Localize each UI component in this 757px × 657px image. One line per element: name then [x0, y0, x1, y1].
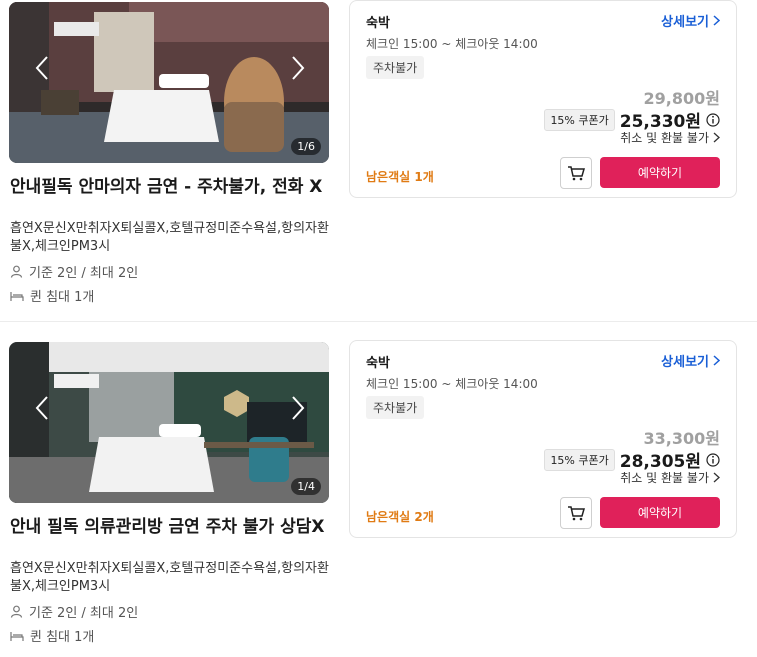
check-times: 체크인 15:00 ~ 체크아웃 14:00 [366, 37, 538, 51]
capacity-text: 기준 2인 / 최대 2인 [29, 606, 139, 621]
stay-label: 숙박 [366, 356, 390, 371]
chevron-right-icon [713, 355, 720, 366]
cart-icon [568, 506, 585, 521]
original-price: 29,800원 [643, 89, 720, 108]
refund-text: 취소 및 환불 불가 [620, 471, 709, 485]
bed-icon [10, 291, 24, 301]
parking-badge: 주차불가 [366, 396, 425, 419]
chevron-right-icon [292, 56, 305, 80]
room-photo[interactable]: 1/4 [9, 342, 329, 503]
refund-policy[interactable]: 취소 및 환불 불가 [620, 469, 720, 486]
room-divider [0, 321, 757, 322]
bed-text: 퀸 침대 1개 [30, 630, 95, 645]
room-capacity: 기준 2인 / 최대 2인 [10, 262, 138, 281]
chevron-right-icon [713, 15, 720, 26]
chevron-right-icon [713, 132, 720, 143]
capacity-text: 기준 2인 / 최대 2인 [29, 266, 139, 281]
photo-counter: 1/6 [291, 138, 321, 155]
room-title[interactable]: 안내필독 안마의자 금연 - 주차불가, 전화 X [10, 176, 330, 198]
detail-link[interactable]: 상세보기 [661, 351, 720, 370]
chevron-right-icon [713, 472, 720, 483]
parking-badge: 주차불가 [366, 56, 425, 79]
check-times: 체크인 15:00 ~ 체크아웃 14:00 [366, 377, 538, 391]
stay-label: 숙박 [366, 16, 390, 31]
original-price: 33,300원 [643, 429, 720, 448]
refund-text: 취소 및 환불 불가 [620, 131, 709, 145]
remaining-rooms: 남은객실 2개 [366, 510, 434, 524]
person-icon [10, 605, 23, 618]
room-description: 흡연X문신X만취자X퇴실콜X,호텔규정미준수욕설,항의자환불X,체크인PM3시 [10, 221, 329, 254]
prev-photo-button[interactable] [31, 50, 53, 86]
remaining-rooms: 남은객실 1개 [366, 170, 434, 184]
room-title[interactable]: 안내 필독 의류관리방 금연 주차 불가 상담X [10, 516, 330, 538]
bed-icon [10, 631, 24, 641]
person-icon [10, 265, 23, 278]
detail-link-text: 상세보기 [661, 355, 709, 370]
room-capacity: 기준 2인 / 최대 2인 [10, 602, 138, 621]
reserve-button[interactable]: 예약하기 [600, 157, 720, 188]
room-bed: 퀸 침대 1개 [10, 286, 94, 305]
info-icon[interactable] [706, 452, 720, 467]
detail-link[interactable]: 상세보기 [661, 11, 720, 30]
next-photo-button[interactable] [287, 50, 309, 86]
photo-counter: 1/4 [291, 478, 321, 495]
cart-button[interactable] [560, 157, 592, 189]
bed-text: 퀸 침대 1개 [30, 290, 95, 305]
cart-icon [568, 166, 585, 181]
chevron-right-icon [292, 396, 305, 420]
info-icon[interactable] [706, 112, 720, 127]
cart-button[interactable] [560, 497, 592, 529]
room-description: 흡연X문신X만취자X퇴실콜X,호텔규정미준수욕설,항의자환불X,체크인PM3시 [10, 561, 329, 594]
stay-option-box: 숙박 상세보기 체크인 15:00 ~ 체크아웃 14:00 주차불가 29,8… [349, 0, 737, 198]
next-photo-button[interactable] [287, 390, 309, 426]
refund-policy[interactable]: 취소 및 환불 불가 [620, 129, 720, 146]
coupon-badge: 15% 쿠폰가 [544, 448, 615, 471]
prev-photo-button[interactable] [31, 390, 53, 426]
coupon-badge: 15% 쿠폰가 [544, 108, 615, 131]
chevron-left-icon [35, 56, 48, 80]
room-bed: 퀸 침대 1개 [10, 626, 94, 645]
reserve-button[interactable]: 예약하기 [600, 497, 720, 528]
stay-option-box: 숙박 상세보기 체크인 15:00 ~ 체크아웃 14:00 주차불가 33,3… [349, 340, 737, 538]
detail-link-text: 상세보기 [661, 15, 709, 30]
room-photo[interactable]: 1/6 [9, 2, 329, 163]
chevron-left-icon [35, 396, 48, 420]
